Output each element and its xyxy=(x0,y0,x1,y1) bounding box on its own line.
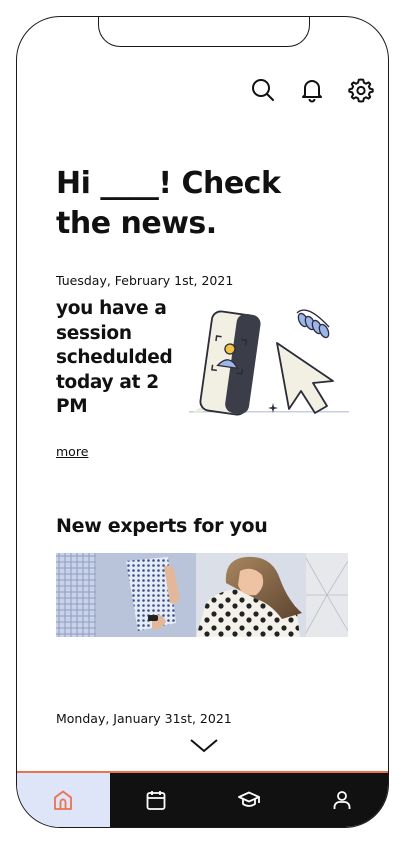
tab-bar xyxy=(17,771,388,827)
phone-frame: Hi ____! Check the news. Tuesday, Februa… xyxy=(16,16,389,828)
experts-photo[interactable] xyxy=(56,553,348,637)
graduation-cap-icon xyxy=(237,791,260,807)
more-link[interactable]: more xyxy=(56,444,88,459)
greeting-heading: Hi ____! Check the news. xyxy=(56,164,356,244)
profile-icon xyxy=(333,791,351,809)
chevron-down-icon[interactable] xyxy=(189,737,219,755)
news-date-2: Monday, January 31st, 2021 xyxy=(56,711,232,726)
tab-courses[interactable] xyxy=(202,773,296,827)
tab-home[interactable] xyxy=(17,773,110,827)
bell-icon[interactable] xyxy=(299,77,325,103)
news-text-1: you have a session schedulded today at 2… xyxy=(56,298,173,417)
search-icon[interactable] xyxy=(250,77,276,103)
experts-section-title: New experts for you xyxy=(56,515,268,537)
calendar-icon xyxy=(146,791,166,810)
tab-profile[interactable] xyxy=(295,773,388,827)
news-date-1: Tuesday, February 1st, 2021 xyxy=(56,273,234,288)
phone-cursor-illustration xyxy=(189,309,349,416)
notch xyxy=(98,17,310,47)
top-toolbar xyxy=(250,77,374,103)
greeting-line-1: Hi ____! Check xyxy=(56,166,281,201)
tab-calendar[interactable] xyxy=(109,773,203,827)
greeting-line-2: the news. xyxy=(56,206,217,241)
home-icon xyxy=(54,790,73,810)
gear-icon[interactable] xyxy=(348,77,374,103)
